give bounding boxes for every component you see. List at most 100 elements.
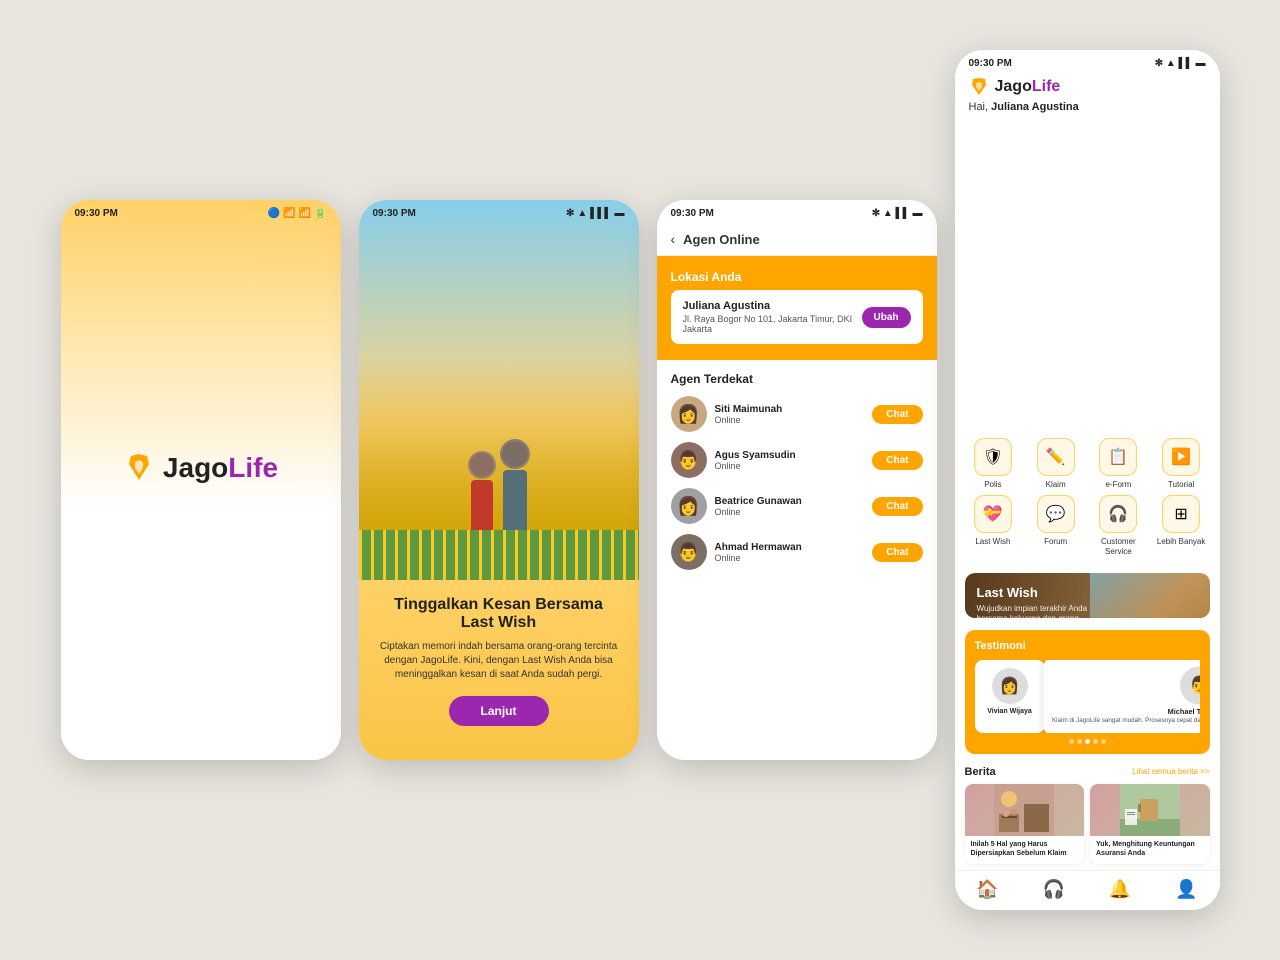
main-header: JagoLife Hai, Juliana Agustina xyxy=(955,73,1220,428)
more-icon: ⊞ xyxy=(1162,495,1200,533)
agent-item-4: 👨 Ahmad Hermawan Online Chat xyxy=(671,534,923,570)
klaim-label: Klaim xyxy=(1046,480,1066,490)
location-inner: Juliana Agustina Jl. Raya Bogor No 101, … xyxy=(671,290,923,344)
profile-icon: 👤 xyxy=(1175,879,1197,900)
wifi-icon-2: ▲ xyxy=(577,208,587,219)
time-2: 09:30 PM xyxy=(373,208,416,219)
menu-cs[interactable]: 🎧 Customer Service xyxy=(1090,495,1147,556)
agent-info-2: Agus Syamsudin Online xyxy=(715,450,865,471)
location-section-label: Lokasi Anda xyxy=(671,270,923,284)
agents-section: Agen Terdekat 👩 Siti Maimunah Online Cha… xyxy=(657,360,937,592)
forum-icon: 💬 xyxy=(1037,495,1075,533)
chat-button-4[interactable]: Chat xyxy=(872,543,922,562)
agent-item-1: 👩 Siti Maimunah Online Chat xyxy=(671,396,923,432)
greeting-text: Hai, Juliana Agustina xyxy=(969,101,1206,113)
status-bar-4: 09:30 PM ✻ ▲ ▌▌ ▬ xyxy=(955,50,1220,73)
nav-profile[interactable]: 👤 xyxy=(1175,879,1197,900)
onboarding-screen: 09:30 PM ✻ ▲ ▌▌▌ ▬ xyxy=(359,200,639,760)
status-icons-1: 🔵 📶 📶 🔋 xyxy=(268,208,327,219)
more-label: Lebih Banyak xyxy=(1157,537,1205,547)
chat-button-3[interactable]: Chat xyxy=(872,497,922,516)
agent-info-1: Siti Maimunah Online xyxy=(715,404,865,425)
bottom-nav: 🏠 🎧 🔔 👤 xyxy=(955,870,1220,910)
screens-container: 09:30 PM 🔵 📶 📶 🔋 JagoLife 09:30 xyxy=(41,30,1240,930)
testi-dots xyxy=(975,739,1200,744)
testi-name-2: Michael Tanuharja xyxy=(1051,709,1199,716)
berita-img-1 xyxy=(965,784,1085,836)
support-icon: 🎧 xyxy=(1043,879,1065,900)
agent-avatar-1: 👩 xyxy=(671,396,707,432)
splash-screen: 09:30 PM 🔵 📶 📶 🔋 JagoLife xyxy=(61,200,341,760)
tutorial-label: Tutorial xyxy=(1168,480,1194,490)
home-icon: 🏠 xyxy=(976,879,998,900)
status-icons-3: ✻ ▲ ▌▌ ▬ xyxy=(872,208,923,219)
testi-dot-5 xyxy=(1101,739,1106,744)
agent-info-3: Beatrice Gunawan Online xyxy=(715,496,865,517)
agent-name-1: Siti Maimunah xyxy=(715,404,865,415)
menu-more[interactable]: ⊞ Lebih Banyak xyxy=(1153,495,1210,556)
app-logo-text: JagoLife xyxy=(995,78,1061,96)
forum-label: Forum xyxy=(1044,537,1067,547)
cs-label: Customer Service xyxy=(1090,537,1147,556)
agent-item-3: 👩 Beatrice Gunawan Online Chat xyxy=(671,488,923,524)
main-app-inner: 09:30 PM ✻ ▲ ▌▌ ▬ JagoLife Hai, xyxy=(955,50,1220,910)
sig-icon-2: ▌▌▌ xyxy=(590,208,611,219)
klaim-icon: ✏️ xyxy=(1037,438,1075,476)
signal-icon: 📶 xyxy=(299,208,311,219)
agent-info-4: Ahmad Hermawan Online xyxy=(715,542,865,563)
agent-status-3: Online xyxy=(715,507,865,517)
lanjut-button[interactable]: Lanjut xyxy=(449,696,549,726)
agent-screen: 09:30 PM ✻ ▲ ▌▌ ▬ ‹ Agen Online Lokasi A… xyxy=(657,200,937,760)
agent-name-2: Agus Syamsudin xyxy=(715,450,865,461)
menu-eform[interactable]: 📋 e-Form xyxy=(1090,438,1147,490)
chat-button-2[interactable]: Chat xyxy=(872,451,922,470)
polis-icon: 🛡 xyxy=(974,438,1012,476)
testi-name-1: Vivian Wijaya xyxy=(983,708,1037,715)
agent-status-1: Online xyxy=(715,415,865,425)
berita-section: Berita Lihat semua berita >> xyxy=(965,766,1210,864)
jagolife-logo-icon xyxy=(123,452,155,484)
menu-tutorial[interactable]: ▶️ Tutorial xyxy=(1153,438,1210,490)
berita-card-2[interactable]: Yuk, Menghitung Keuntungan Asuransi Anda xyxy=(1090,784,1210,864)
testimoni-cards: 👩 Vivian Wijaya 👨 Michael Tanuharja Klai… xyxy=(975,660,1200,733)
logo-row: JagoLife xyxy=(123,452,278,484)
berita-link[interactable]: Lihat semua berita >> xyxy=(1132,767,1209,776)
agent-status-4: Online xyxy=(715,553,865,563)
eform-label: e-Form xyxy=(1105,480,1131,490)
location-address: Jl. Raya Bogor No 101, Jakarta Timur, DK… xyxy=(683,314,862,334)
menu-polis[interactable]: 🛡 Polis xyxy=(965,438,1022,490)
lastwish-icon: 💝 xyxy=(974,495,1012,533)
back-icon[interactable]: ‹ xyxy=(671,231,676,247)
testi-dot-1 xyxy=(1069,739,1074,744)
onboarding-desc: Ciptakan memori indah bersama orang-oran… xyxy=(379,640,619,682)
logo-area: JagoLife xyxy=(61,223,341,753)
testi-dot-4 xyxy=(1093,739,1098,744)
chat-button-1[interactable]: Chat xyxy=(872,405,922,424)
nav-home[interactable]: 🏠 xyxy=(976,879,998,900)
berita-header: Berita Lihat semua berita >> xyxy=(965,766,1210,778)
polis-label: Polis xyxy=(984,480,1001,490)
agent-item-2: 👨 Agus Syamsudin Online Chat xyxy=(671,442,923,478)
agent-top-bar: ‹ Agen Online xyxy=(657,223,937,256)
testimoni-section: Testimoni 👩 Vivian Wijaya 👨 Michael Tanu… xyxy=(965,630,1210,754)
agent-avatar-4: 👨 xyxy=(671,534,707,570)
banner-bg: Last Wish Wujudkan impian terakhir Anda … xyxy=(965,573,1210,618)
nav-notif[interactable]: 🔔 xyxy=(1109,879,1131,900)
berita-cards: Inilah 5 Hal yang Harus Dipersiapkan Seb… xyxy=(965,784,1210,864)
testi-dot-2 xyxy=(1077,739,1082,744)
berita-text-2: Yuk, Menghitung Keuntungan Asuransi Anda xyxy=(1090,836,1210,864)
app-logo: JagoLife xyxy=(969,77,1206,97)
banner-section: Last Wish Wujudkan impian terakhir Anda … xyxy=(965,573,1210,618)
menu-lastwish[interactable]: 💝 Last Wish xyxy=(965,495,1022,556)
notif-icon: 🔔 xyxy=(1109,879,1131,900)
time-3: 09:30 PM xyxy=(671,208,714,219)
menu-forum[interactable]: 💬 Forum xyxy=(1027,495,1084,556)
ubah-button[interactable]: Ubah xyxy=(862,307,911,328)
berita-title: Berita xyxy=(965,766,996,778)
main-app-screen: 09:30 PM ✻ ▲ ▌▌ ▬ JagoLife Hai, xyxy=(955,50,1220,910)
location-name: Juliana Agustina xyxy=(683,300,862,312)
agent-avatar-2: 👨 xyxy=(671,442,707,478)
berita-card-1[interactable]: Inilah 5 Hal yang Harus Dipersiapkan Seb… xyxy=(965,784,1085,864)
nav-support[interactable]: 🎧 xyxy=(1043,879,1065,900)
menu-klaim[interactable]: ✏️ Klaim xyxy=(1027,438,1084,490)
